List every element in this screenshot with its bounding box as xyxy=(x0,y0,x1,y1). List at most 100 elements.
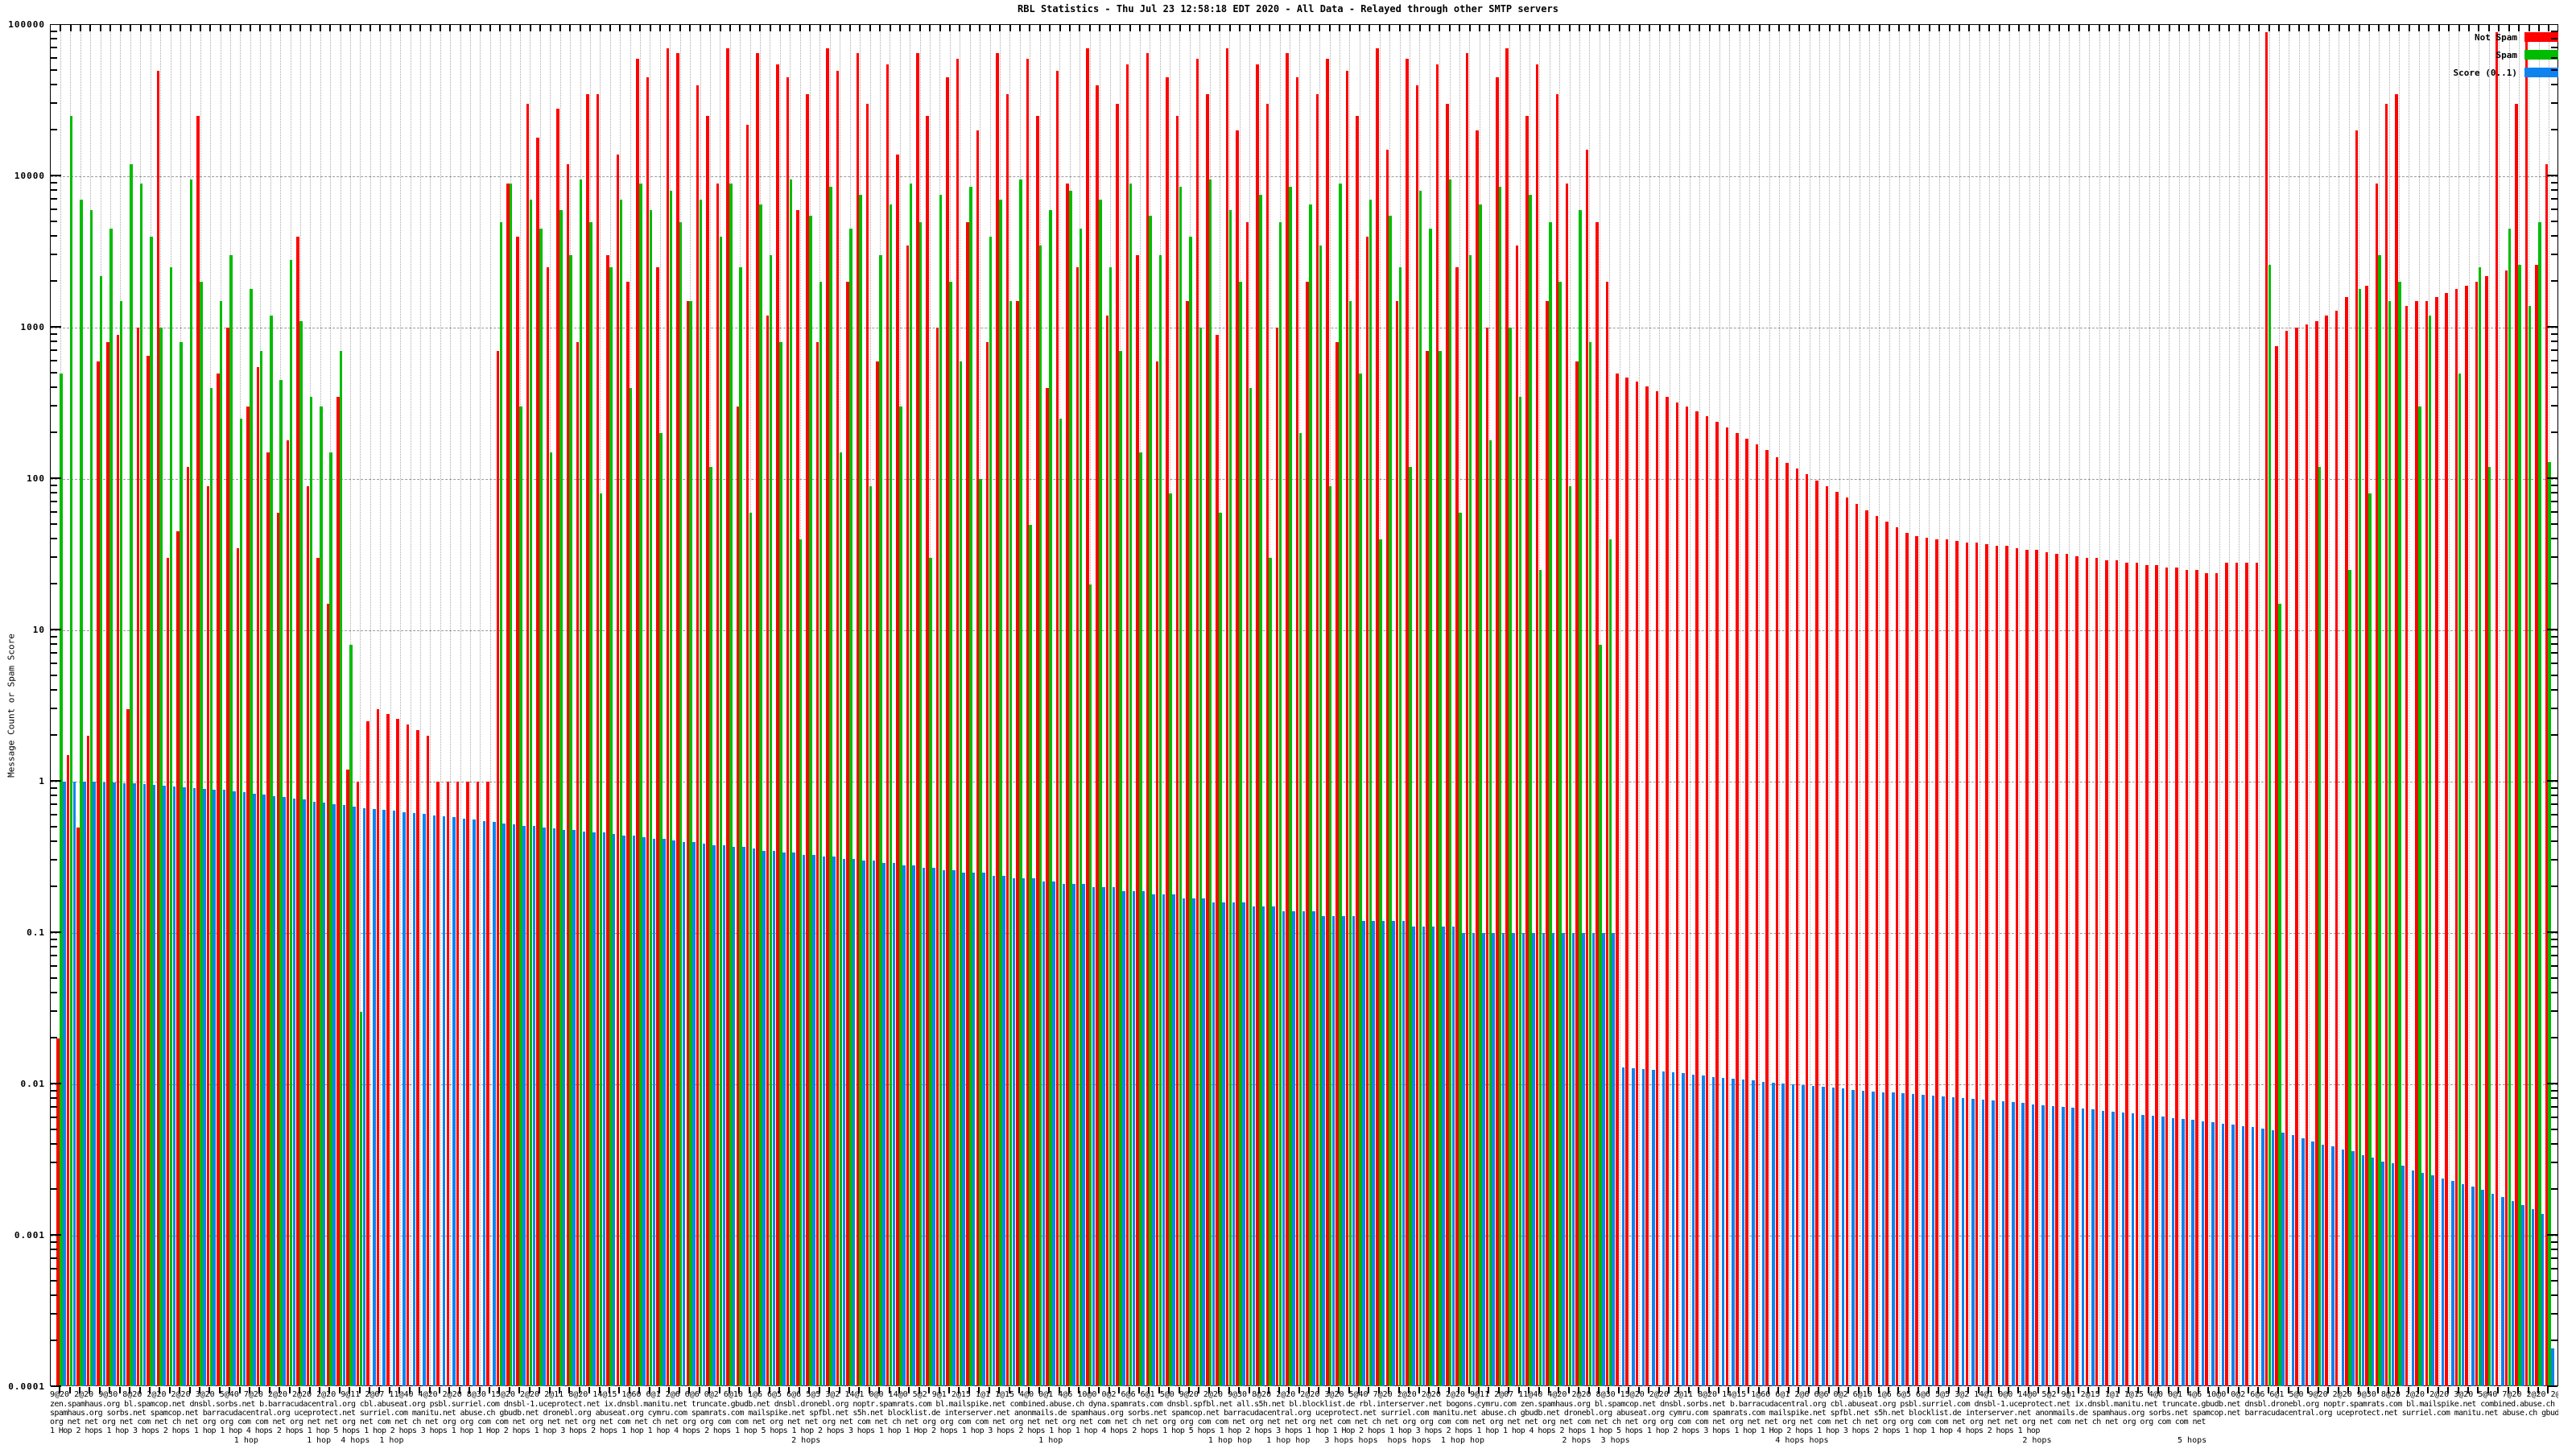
x-tick-bottom xyxy=(1628,1387,1629,1393)
bar-score-0-1- xyxy=(723,845,726,1386)
bar-score-0-1- xyxy=(1732,1079,1735,1386)
bar-score-0-1- xyxy=(423,814,426,1386)
y-tick-left xyxy=(51,556,57,558)
bar-score-0-1- xyxy=(203,789,206,1386)
gridline-vertical xyxy=(1989,25,1990,1385)
x-tick-bottom xyxy=(59,1387,60,1393)
y-tick-right xyxy=(2551,1257,2557,1259)
bar-score-0-1- xyxy=(502,824,506,1386)
x-tick-top xyxy=(369,25,371,31)
x-tick-bottom xyxy=(2268,1387,2269,1393)
x-tick-top xyxy=(270,25,271,31)
x-tick-bottom xyxy=(658,1387,660,1393)
y-tick-left xyxy=(51,1010,57,1012)
gridline-vertical xyxy=(390,25,391,1385)
x-tick-top xyxy=(759,25,761,31)
bar-score-0-1- xyxy=(1702,1075,1705,1386)
bar-score-0-1- xyxy=(543,828,546,1386)
x-tick-bottom xyxy=(939,1387,940,1393)
x-tick-bottom xyxy=(249,1387,250,1393)
bar-score-0-1- xyxy=(1781,1084,1785,1386)
bar-score-0-1- xyxy=(1992,1100,1995,1386)
x-tick-bottom xyxy=(1777,1387,1779,1393)
x-tick-bottom xyxy=(2297,1387,2299,1393)
bar-not-spam xyxy=(2235,563,2239,1386)
x-tick-top xyxy=(2339,25,2340,31)
y-tick-right xyxy=(2551,1313,2557,1315)
x-tick-bottom xyxy=(1148,1387,1150,1393)
y-tick-right xyxy=(2551,1090,2557,1092)
x-label-row: org net net org net com net ch net org o… xyxy=(50,1418,2558,1426)
x-tick-bottom xyxy=(2178,1387,2179,1393)
x-tick-top xyxy=(919,25,921,31)
x-tick-top xyxy=(480,25,481,31)
bar-score-0-1- xyxy=(852,859,856,1386)
bar-score-0-1- xyxy=(2442,1179,2445,1386)
x-tick-top xyxy=(2178,25,2180,31)
x-tick-bottom xyxy=(2397,1387,2399,1393)
y-tick-left xyxy=(51,1249,57,1250)
x-tick-top xyxy=(519,25,521,31)
x-tick-bottom xyxy=(1228,1387,1230,1393)
bar-score-0-1- xyxy=(2211,1122,2215,1386)
x-tick-bottom xyxy=(758,1387,760,1393)
x-tick-top xyxy=(250,25,251,31)
x-tick-top xyxy=(2409,25,2410,31)
x-tick-bottom xyxy=(319,1387,320,1393)
x-tick-top xyxy=(1479,25,1480,31)
bar-score-0-1- xyxy=(483,821,486,1386)
x-tick-bottom xyxy=(299,1387,300,1393)
y-tick-right xyxy=(2551,280,2557,282)
bar-not-spam xyxy=(1946,539,1949,1386)
y-tick-right xyxy=(2547,629,2557,630)
x-tick-bottom xyxy=(79,1387,80,1393)
gridline-vertical xyxy=(1969,25,1970,1385)
bar-score-0-1- xyxy=(1342,916,1345,1386)
bar-score-0-1- xyxy=(1642,1069,1645,1386)
y-tick-left xyxy=(51,1241,57,1243)
bar-score-0-1- xyxy=(803,855,806,1386)
y-tick-right xyxy=(2551,349,2557,351)
x-tick-top xyxy=(749,25,751,31)
bar-score-0-1- xyxy=(1292,911,1295,1386)
gridline-vertical xyxy=(1979,25,1980,1385)
bar-score-0-1- xyxy=(2102,1111,2105,1386)
bar-score-0-1- xyxy=(1282,911,1286,1386)
y-tick-left xyxy=(51,372,57,374)
x-tick-top xyxy=(679,25,681,31)
bar-score-0-1- xyxy=(193,788,196,1386)
bar-score-0-1- xyxy=(313,802,316,1386)
y-tick-right xyxy=(2551,977,2557,979)
bar-score-0-1- xyxy=(563,830,566,1386)
gridline-vertical xyxy=(2179,25,2180,1385)
x-label-row: 9@20 2@20 9@30 8@20 2@20 2@20 3@20 5@40 … xyxy=(50,1390,2558,1399)
x-tick-bottom xyxy=(1158,1387,1160,1393)
bar-score-0-1- xyxy=(1942,1096,1945,1386)
bar-score-0-1- xyxy=(262,795,266,1386)
y-tick-left xyxy=(51,360,57,361)
x-tick-bottom xyxy=(1068,1387,1070,1393)
bar-not-spam xyxy=(1926,538,1929,1386)
y-tick-left xyxy=(51,886,57,887)
x-tick-bottom xyxy=(1568,1387,1570,1393)
bar-not-spam xyxy=(2256,563,2259,1386)
x-tick-bottom xyxy=(359,1387,361,1393)
bar-not-spam xyxy=(2046,552,2049,1386)
x-tick-bottom xyxy=(708,1387,710,1393)
bar-score-0-1- xyxy=(1862,1091,1865,1386)
y-tick-right xyxy=(2551,485,2557,486)
y-tick-left xyxy=(51,840,57,842)
x-tick-bottom xyxy=(1168,1387,1170,1393)
bar-score-0-1- xyxy=(1622,1067,1625,1386)
bar-not-spam xyxy=(2066,554,2069,1386)
y-tick-right xyxy=(2551,235,2557,237)
legend-label-spam: Spam xyxy=(2496,50,2518,60)
x-tick-bottom xyxy=(1578,1387,1579,1393)
bar-score-0-1- xyxy=(1402,921,1406,1386)
y-tick-left xyxy=(51,1162,57,1163)
x-tick-top xyxy=(2278,25,2280,31)
x-tick-top xyxy=(419,25,421,31)
y-tick-right xyxy=(2551,102,2557,104)
x-tick-top xyxy=(510,25,511,31)
bar-score-0-1- xyxy=(1672,1072,1675,1386)
